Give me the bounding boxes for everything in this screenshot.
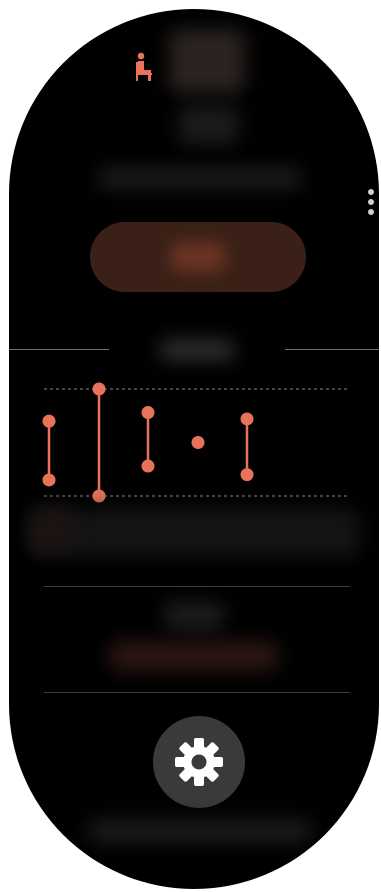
range-high-point [191,436,205,449]
range-low-point [141,459,155,473]
range-low-point [92,489,106,503]
range-bar [191,436,205,449]
blurred-info-title [164,601,224,631]
range-high-point [92,382,106,396]
blurred-header-graphic [169,29,245,93]
primary-action-button[interactable] [90,222,306,292]
section-divider-right [285,349,379,350]
range-high-point [141,406,155,420]
dot [368,189,374,195]
blurred-footer-text [87,819,313,843]
range-low-point [42,473,56,487]
divider-line [44,586,350,587]
watch-screen [9,9,379,889]
range-low-point [240,468,254,482]
dot [368,209,374,215]
gear-icon [175,738,223,786]
blurred-value [179,105,239,145]
blurred-chart-label-accent [31,509,71,549]
range-high-point [42,414,56,428]
range-bar [42,414,56,487]
range-high-point [240,412,254,426]
blurred-button-label [170,242,226,272]
range-chart [42,382,349,503]
blurred-chart-labels [29,509,359,557]
section-divider-left [9,349,109,350]
blurred-subtitle [97,167,303,189]
sitting-person-icon [136,52,152,81]
blurred-section-title [159,339,235,361]
range-bar [92,382,106,503]
range-bar [141,406,155,473]
divider-line [44,692,350,693]
settings-button[interactable] [153,716,245,808]
range-bar [240,412,254,482]
dot [368,199,374,205]
more-options-icon[interactable] [367,189,375,223]
blurred-info-value [109,641,279,671]
